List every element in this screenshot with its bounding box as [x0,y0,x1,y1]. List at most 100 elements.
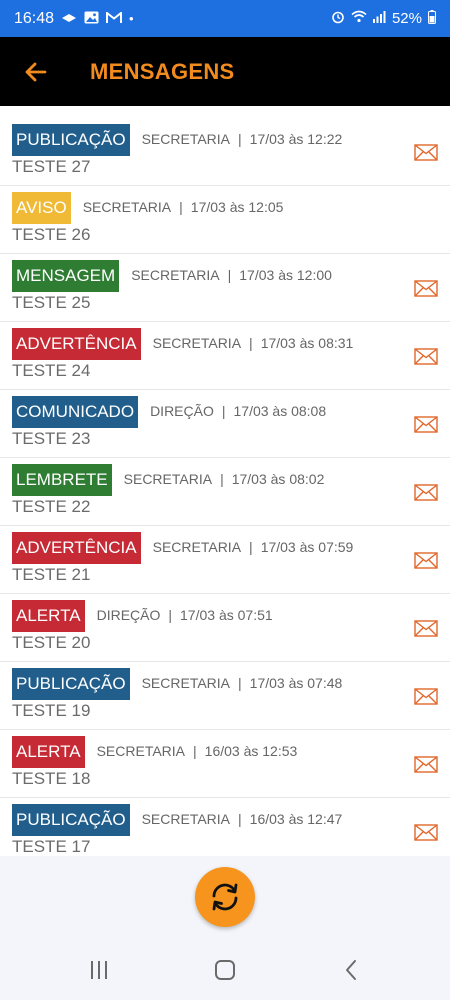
recent-apps-button[interactable] [84,957,114,983]
message-meta: SECRETARIA | 16/03 às 12:53 [97,743,298,759]
category-badge: LEMBRETE [12,464,112,496]
message-meta: SECRETARIA | 17/03 às 08:31 [153,335,354,351]
page-title: MENSAGENS [90,58,235,84]
message-date: 17/03 às 12:22 [249,131,343,147]
status-bar: 16:48 • 52% [0,0,450,37]
mail-icon[interactable] [414,620,438,637]
mail-icon[interactable] [414,144,438,161]
message-meta: SECRETARIA | 17/03 às 12:00 [131,267,332,283]
message-title: TESTE 21 [12,565,91,584]
back-button[interactable] [0,37,70,106]
category-badge: COMUNICADO [12,396,139,428]
message-meta: SECRETARIA | 17/03 às 07:59 [153,539,354,555]
sender-label: SECRETARIA [141,811,231,827]
message-row[interactable]: PUBLICAÇÃO SECRETARIA | 17/03 às 12:22 TESTE… [0,118,450,186]
mail-icon[interactable] [414,552,438,569]
sender-label: SECRETARIA [141,131,231,147]
message-title: TESTE 26 [12,225,91,244]
message-list[interactable]: PUBLICAÇÃO SECRETARIA | 17/03 às 12:22 TESTE… [0,106,450,856]
gmail-icon [106,10,123,26]
home-button[interactable] [210,957,240,983]
message-meta: DIREÇÃO | 17/03 às 07:51 [97,607,273,623]
battery-icon [428,9,436,28]
mail-icon[interactable] [414,348,438,365]
refresh-button[interactable] [195,867,255,927]
sender-label: SECRETARIA [141,675,231,691]
notification-dot: • [129,11,134,26]
message-date: 17/03 às 08:02 [231,471,325,487]
wifi-icon [351,10,367,27]
message-row[interactable]: ADVERTÊNCIA SECRETARIA | 17/03 às 07:59 TEST… [0,526,450,594]
message-meta: SECRETARIA | 16/03 às 12:47 [142,811,343,827]
status-time: 16:48 [14,9,55,27]
message-date: 17/03 às 08:08 [233,403,327,419]
meta-separator: | [249,539,253,555]
mail-icon[interactable] [414,824,438,841]
status-right: 52% [331,9,436,28]
message-row[interactable]: LEMBRETE SECRETARIA | 17/03 às 08:02 TESTE 2… [0,458,450,526]
alarm-icon [331,10,345,28]
mail-icon[interactable] [414,484,438,501]
message-date: 17/03 às 07:51 [180,607,273,623]
message-row[interactable]: PUBLICAÇÃO SECRETARIA | 17/03 às 07:48 TESTE… [0,662,450,730]
app-header: MENSAGENS [0,37,450,106]
sender-label: SECRETARIA [96,743,186,759]
mail-icon[interactable] [414,416,438,433]
category-badge: MENSAGEM [12,260,120,292]
message-date: 17/03 às 12:00 [239,267,332,283]
battery-text: 52% [391,10,422,27]
mail-icon[interactable] [414,280,438,297]
meta-separator: | [193,743,197,759]
message-row[interactable]: ADVERTÊNCIA SECRETARIA | 17/03 às 08:31 TEST… [0,322,450,390]
category-badge: ALERTA [12,736,85,768]
message-row[interactable]: ALERTA DIREÇÃO | 17/03 às 07:51 TESTE 20 [0,594,450,662]
status-left: 16:48 • [14,10,134,28]
system-nav-bar [0,940,450,1000]
message-date: 17/03 às 07:48 [249,675,343,691]
home-icon [215,960,235,980]
message-row[interactable]: COMUNICADO DIREÇÃO | 17/03 às 08:08 TESTE 23 [0,390,450,458]
sender-label: DIREÇÃO [96,607,161,623]
message-title: TESTE 23 [12,429,91,448]
sender-label: SECRETARIA [131,267,220,283]
meta-separator: | [238,811,242,827]
mail-icon[interactable] [414,688,438,705]
message-title: TESTE 18 [12,769,91,788]
message-meta: SECRETARIA | 17/03 às 12:22 [142,131,343,147]
nav-back-button[interactable] [336,957,366,983]
recent-apps-icon [91,961,107,979]
message-row[interactable]: MENSAGEM SECRETARIA | 17/03 às 12:00 TESTE 2… [0,254,450,322]
message-title: TESTE 27 [12,157,91,176]
back-icon [346,960,356,980]
meta-separator: | [249,335,253,351]
message-meta: SECRETARIA | 17/03 às 12:05 [83,199,284,215]
mail-icon[interactable] [414,756,438,773]
message-date: 17/03 às 08:31 [260,335,354,351]
message-meta: DIREÇÃO | 17/03 às 08:08 [150,403,326,419]
category-badge: ALERTA [12,600,85,632]
sender-label: SECRETARIA [123,471,213,487]
message-date: 17/03 às 07:59 [260,539,354,555]
meta-separator: | [179,199,183,215]
message-icon [61,12,77,26]
message-title: TESTE 24 [12,361,91,380]
message-title: TESTE 22 [12,497,91,516]
message-row[interactable]: AVISO SECRETARIA | 17/03 às 12:05 TESTE 26 [0,186,450,254]
refresh-icon [212,883,238,911]
meta-separator: | [168,607,173,623]
meta-separator: | [238,675,242,691]
category-badge: PUBLICAÇÃO [12,124,130,156]
meta-separator: | [221,403,226,419]
sender-label: SECRETARIA [82,199,172,215]
message-meta: SECRETARIA | 17/03 às 07:48 [142,675,343,691]
sender-label: DIREÇÃO [150,403,214,419]
message-row[interactable]: ALERTA SECRETARIA | 16/03 às 12:53 TESTE 18 [0,730,450,798]
message-row[interactable]: PUBLICAÇÃO SECRETARIA | 16/03 às 12:47 TESTE… [0,798,450,856]
message-date: 16/03 às 12:53 [204,743,298,759]
category-badge: AVISO [12,192,71,224]
message-date: 17/03 às 12:05 [190,199,284,215]
message-title: TESTE 17 [12,837,91,856]
arrow-left-icon [25,62,47,81]
message-title: TESTE 25 [12,293,91,312]
image-icon [84,11,99,26]
